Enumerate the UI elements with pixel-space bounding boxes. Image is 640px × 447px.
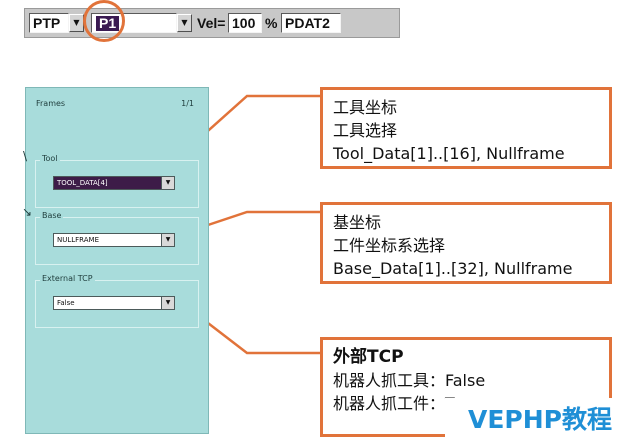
tool-group-label: Tool [40, 154, 60, 163]
external-tcp-group-label: External TCP [40, 274, 95, 283]
panel-title: Frames [36, 99, 66, 108]
external-tcp-select-value: False [57, 299, 75, 307]
bracket-icon: \ [23, 149, 28, 163]
base-callout-range: Base_Data[1]..[32], Nullframe [333, 259, 573, 278]
base-select-dropdown-button[interactable]: ▼ [161, 234, 174, 246]
motion-data-value: PDAT2 [285, 15, 330, 31]
panel-page-indicator: 1/1 [181, 99, 194, 108]
tcp-callout-tool-option: 机器人抓工具：False [333, 371, 486, 390]
motion-type-dropdown-button[interactable]: ▼ [69, 14, 84, 32]
tool-callout-subtitle: 工具选择 [333, 121, 398, 140]
highlight-circle [83, 0, 125, 42]
frames-panel: Frames 1/1 \ Tool TOOL_DATA[4] ▼ ↘ Base … [22, 87, 209, 434]
base-select[interactable]: NULLFRAME ▼ [53, 233, 175, 247]
external-tcp-select[interactable]: False ▼ [53, 296, 175, 310]
motion-data-field[interactable]: PDAT2 [281, 13, 341, 33]
chevron-down-icon: ▼ [181, 18, 188, 27]
tool-select-value: TOOL_DATA[4] [57, 179, 108, 187]
chevron-down-icon: ▼ [165, 299, 171, 306]
base-select-value: NULLFRAME [57, 236, 100, 244]
vel-unit-label: % [265, 15, 278, 31]
vel-value: 100 [232, 15, 256, 31]
vel-value-field[interactable]: 100 [228, 13, 262, 33]
bracket-icon: ↘ [22, 205, 33, 219]
chevron-down-icon: ▼ [73, 18, 80, 27]
external-tcp-group: External TCP False ▼ [35, 274, 199, 328]
base-callout: 基坐标 工件坐标系选择 Base_Data[1]..[32], Nullfram… [320, 202, 612, 284]
base-callout-title: 基坐标 [333, 213, 382, 232]
chevron-down-icon: ▼ [165, 179, 171, 186]
vel-label: Vel= [197, 15, 226, 31]
tool-callout: 工具坐标 工具选择 Tool_Data[1]..[16], Nullframe [320, 87, 612, 169]
base-callout-subtitle: 工件坐标系选择 [333, 236, 446, 255]
watermark: VEPHP教程 [445, 398, 635, 442]
tool-select-dropdown-button[interactable]: ▼ [161, 177, 174, 189]
base-group: Base NULLFRAME ▼ [35, 211, 199, 265]
tool-callout-title: 工具坐标 [333, 98, 398, 117]
motion-type-field[interactable]: PTP [29, 13, 69, 33]
chevron-down-icon: ▼ [165, 236, 171, 243]
external-tcp-select-dropdown-button[interactable]: ▼ [161, 297, 174, 309]
tcp-callout-title: 外部TCP [333, 347, 404, 367]
tool-callout-range: Tool_Data[1]..[16], Nullframe [333, 144, 565, 163]
point-name-dropdown-button[interactable]: ▼ [177, 14, 192, 32]
tool-group: Tool TOOL_DATA[4] ▼ [35, 154, 199, 208]
motion-type-value: PTP [33, 15, 61, 31]
tool-select[interactable]: TOOL_DATA[4] ▼ [53, 176, 175, 190]
motion-command-bar: PTP ▼ P1 ▼ Vel= 100 % PDAT2 [24, 8, 400, 38]
base-group-label: Base [40, 211, 64, 220]
